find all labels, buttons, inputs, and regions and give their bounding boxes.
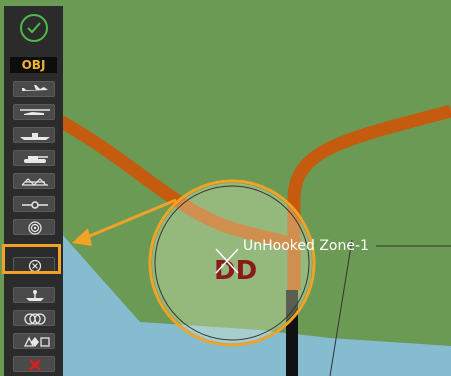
tool-target-button[interactable] bbox=[13, 219, 55, 235]
tool-helicopter-button[interactable] bbox=[13, 104, 55, 120]
helicopter-icon bbox=[20, 109, 50, 115]
zone-label: UnHooked Zone-1 bbox=[243, 238, 369, 254]
selected-tool-highlight bbox=[2, 244, 61, 274]
tank-icon bbox=[24, 156, 48, 163]
map-canvas[interactable]: DD bbox=[0, 0, 451, 376]
tool-rings-button[interactable] bbox=[13, 310, 55, 326]
waypoint-icon bbox=[22, 201, 48, 209]
shapes-icon bbox=[23, 336, 50, 347]
target-icon bbox=[28, 221, 42, 235]
aircraft-icon bbox=[22, 85, 48, 91]
tool-waypoint-button[interactable] bbox=[13, 196, 55, 212]
confirm-button[interactable] bbox=[20, 14, 48, 42]
tool-bridge-button[interactable] bbox=[13, 173, 55, 189]
ship-icon bbox=[20, 133, 50, 140]
tool-tank-button[interactable] bbox=[13, 150, 55, 166]
tool-delete-button[interactable] bbox=[13, 356, 55, 372]
tool-aircraft-button[interactable] bbox=[13, 81, 55, 97]
obj-label: OBJ bbox=[10, 57, 57, 73]
bridge-icon bbox=[21, 178, 48, 186]
check-circle-icon bbox=[27, 22, 41, 34]
object-toolbar: OBJ bbox=[4, 6, 63, 376]
tool-ship-button[interactable] bbox=[13, 127, 55, 143]
delete-icon bbox=[28, 358, 42, 372]
tool-shapes-button[interactable] bbox=[13, 333, 55, 349]
rings-icon bbox=[24, 313, 46, 325]
anchor-icon bbox=[26, 290, 44, 301]
tool-anchor-button[interactable] bbox=[13, 287, 55, 303]
